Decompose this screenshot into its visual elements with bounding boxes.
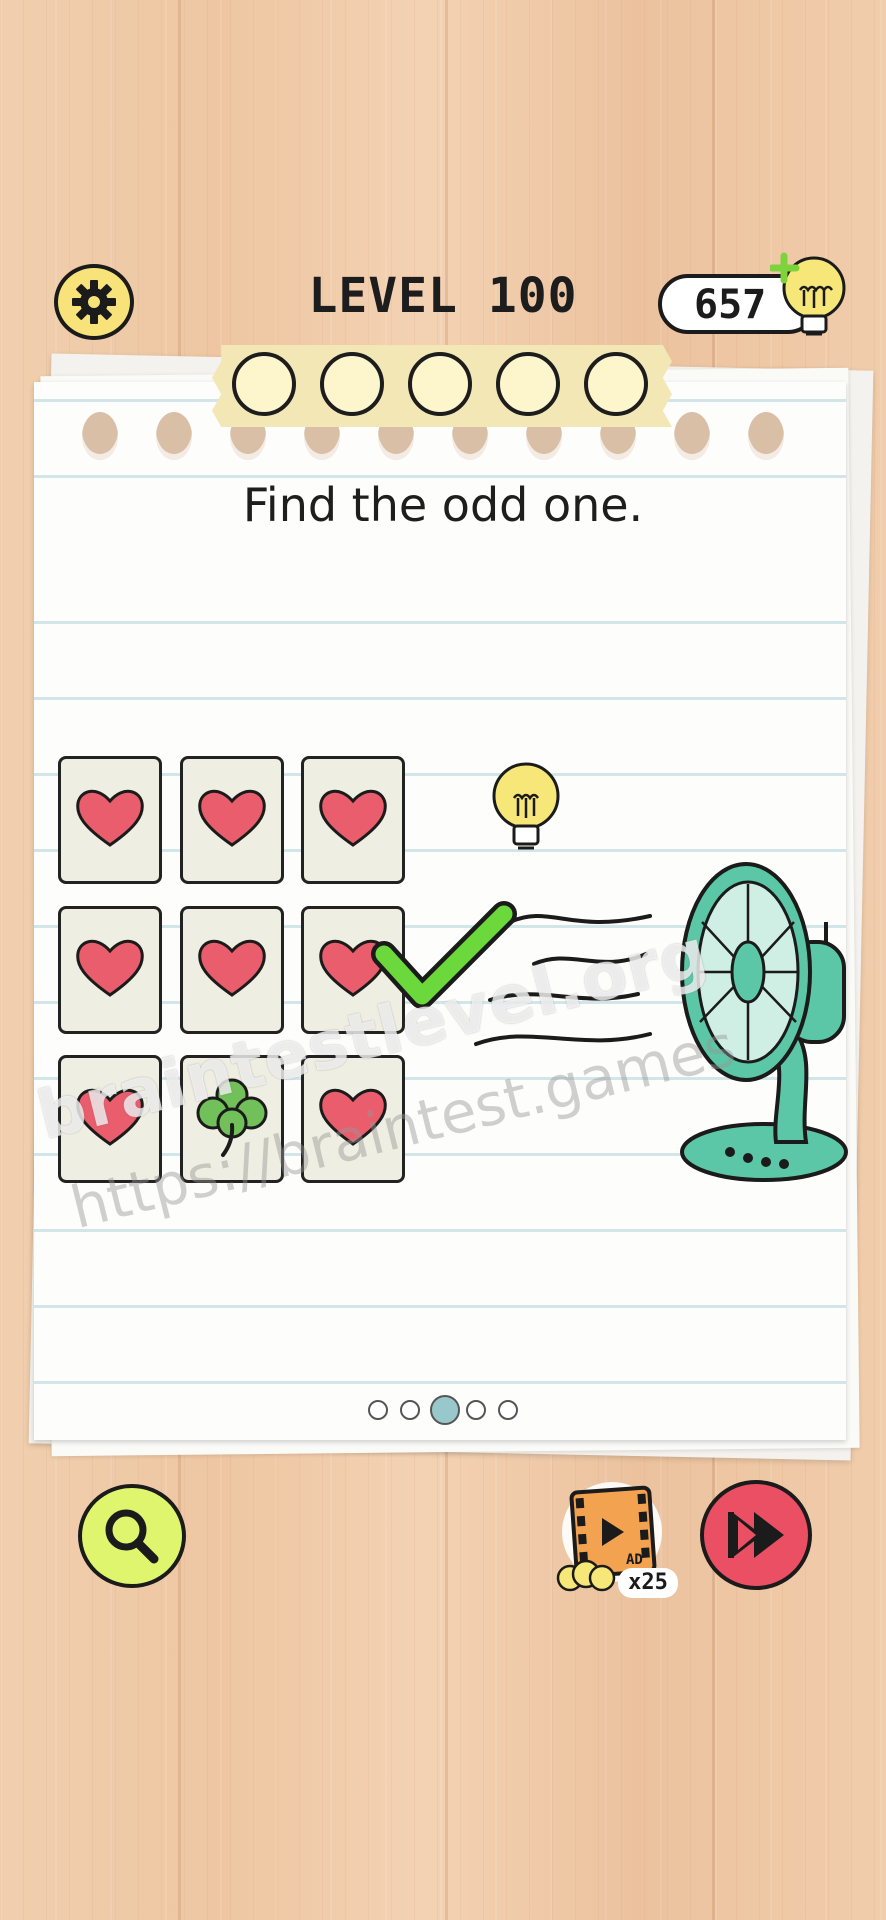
- card-heart[interactable]: [58, 906, 162, 1034]
- heart-icon: [196, 937, 268, 1003]
- fast-forward-icon: [728, 1512, 784, 1558]
- page-dot: [466, 1400, 486, 1420]
- puzzle-instruction: Find the odd one.: [242, 478, 644, 532]
- heart-icon: [74, 937, 146, 1003]
- heart-icon: [317, 787, 389, 853]
- page-dot: [368, 1400, 388, 1420]
- progress-circle: [584, 352, 648, 416]
- page-dot: [400, 1400, 420, 1420]
- hint-search-button[interactable]: [78, 1484, 186, 1588]
- ad-label: AD: [626, 1552, 643, 1568]
- skip-level-button[interactable]: [700, 1480, 812, 1590]
- card-heart[interactable]: [58, 756, 162, 884]
- progress-circle: [408, 352, 472, 416]
- heart-icon: [196, 787, 268, 853]
- hint-count: 657: [694, 282, 767, 328]
- progress-circle: [232, 352, 296, 416]
- hint-bulb-icon[interactable]: [486, 760, 562, 854]
- card-heart[interactable]: [301, 756, 405, 884]
- page-dot: [498, 1400, 518, 1420]
- binder-hole: [748, 412, 784, 460]
- ad-reward-count: x25: [618, 1568, 678, 1598]
- binder-hole: [82, 412, 118, 460]
- binder-hole: [674, 412, 710, 460]
- page-dot-active: [430, 1395, 460, 1425]
- binder-hole: [156, 412, 192, 460]
- heart-icon: [74, 787, 146, 853]
- add-hints-bulb-icon[interactable]: [770, 250, 850, 346]
- progress-circle: [496, 352, 560, 416]
- progress-circle: [320, 352, 384, 416]
- magnifier-icon: [105, 1509, 159, 1564]
- card-heart[interactable]: [180, 906, 284, 1034]
- card-heart[interactable]: [180, 756, 284, 884]
